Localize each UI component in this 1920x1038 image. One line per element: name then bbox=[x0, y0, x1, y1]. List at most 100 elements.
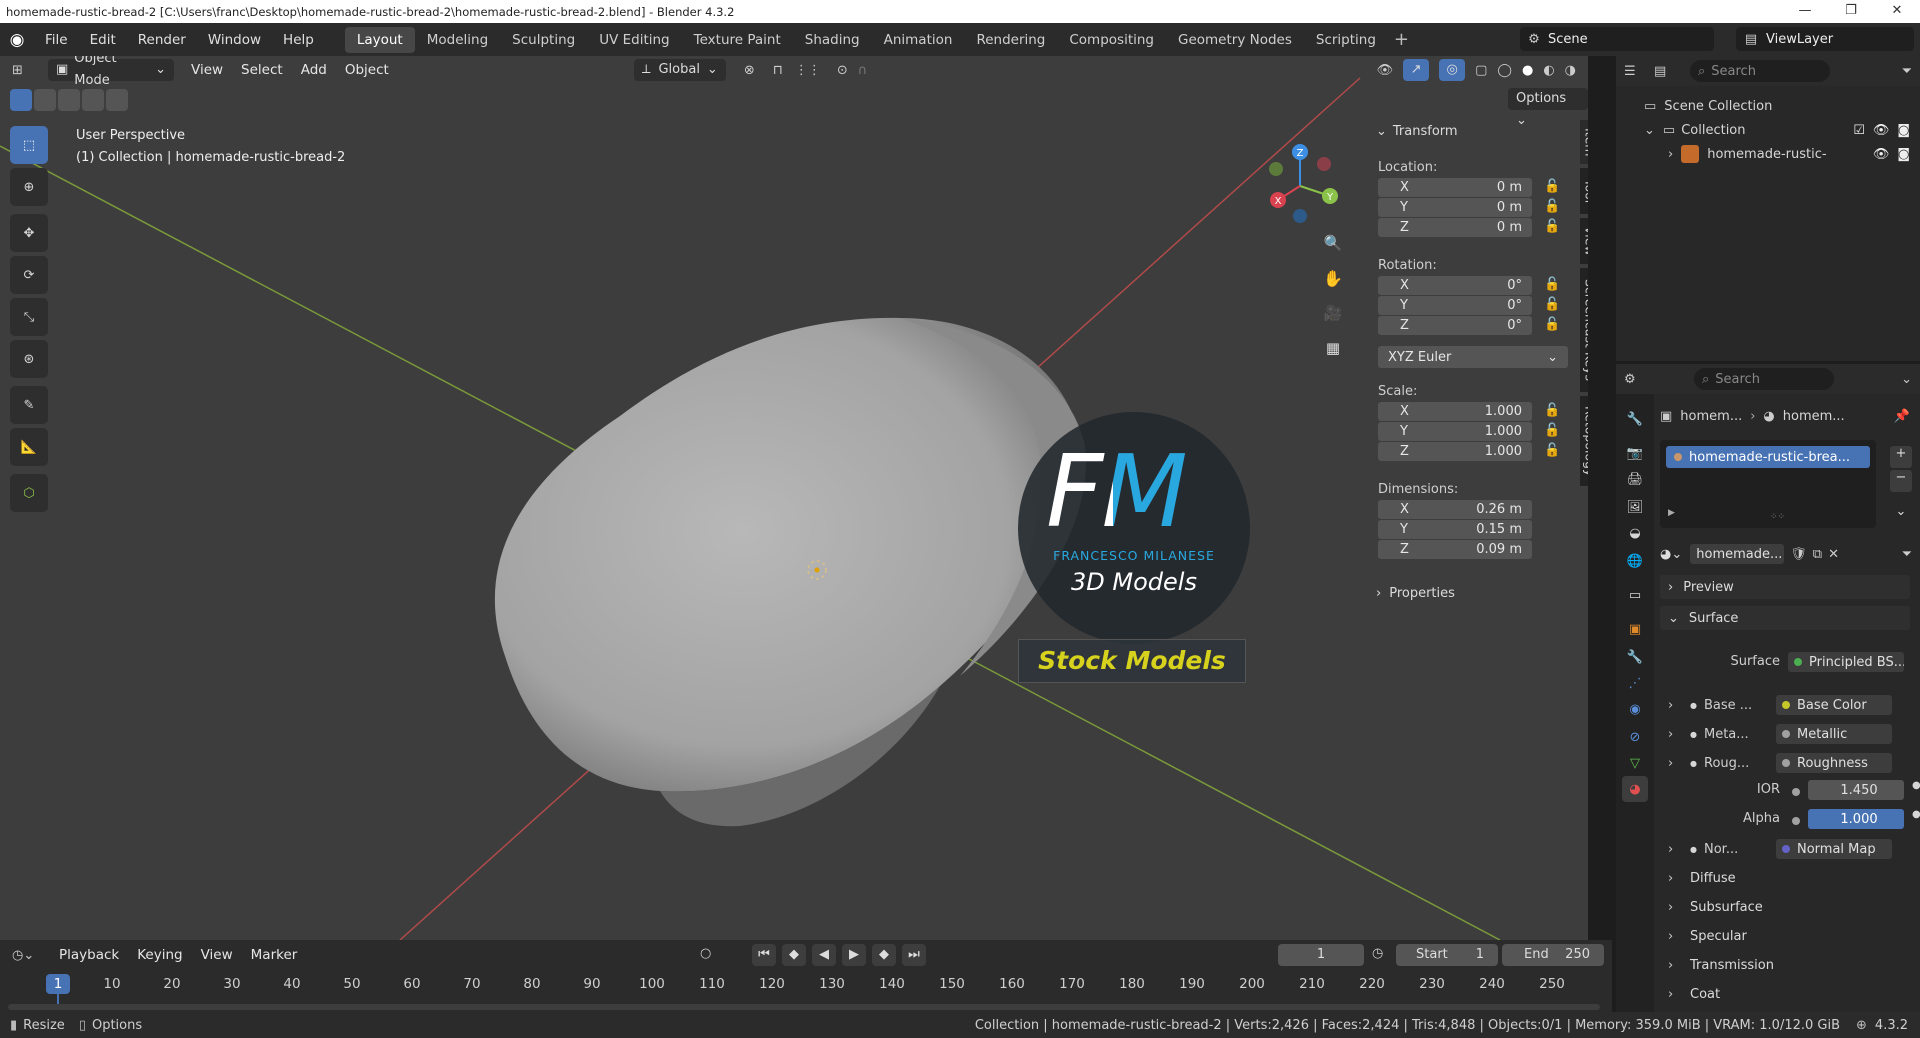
material-browse-icon[interactable]: ◕⌄ bbox=[1660, 547, 1682, 562]
transform-header[interactable]: ⌄ Transform bbox=[1376, 124, 1458, 139]
view-layer-tab-icon[interactable]: 🖼 bbox=[1622, 494, 1648, 520]
view-layer-selector[interactable]: ▤ ViewLayer bbox=[1736, 27, 1914, 51]
rotate-tool[interactable]: ⟳ bbox=[10, 256, 48, 294]
keyframe-dot-icon[interactable]: ● bbox=[1912, 780, 1920, 791]
section-specular[interactable]: › Specular bbox=[1668, 925, 1908, 947]
timeline-scrollbar[interactable] bbox=[8, 1004, 1600, 1010]
wireframe-shading-icon[interactable]: ◯ bbox=[1497, 63, 1512, 78]
prev-keyframe-icon[interactable]: ◆ bbox=[782, 944, 806, 966]
xray-icon[interactable]: ▢ bbox=[1475, 63, 1487, 78]
surface-panel-header[interactable]: ⌄ Surface bbox=[1660, 606, 1910, 630]
physics-tab-icon[interactable]: ◉ bbox=[1622, 696, 1648, 722]
npanel-tab-view[interactable]: View bbox=[1580, 218, 1588, 264]
rotation-y-field[interactable]: Y 0° bbox=[1378, 296, 1532, 315]
transform-orientation[interactable]: ⟂ Global ⌄ bbox=[633, 59, 726, 81]
blender-logo-icon[interactable]: ◉ bbox=[0, 30, 34, 50]
dimensions-y-field[interactable]: Y 0.15 m bbox=[1378, 520, 1532, 539]
chevron-down-icon[interactable]: ⌄ bbox=[1901, 372, 1912, 387]
play-reverse-icon[interactable]: ◀ bbox=[812, 944, 836, 966]
shader-input-field[interactable]: Metallic bbox=[1776, 724, 1892, 744]
workspace-tab-compositing[interactable]: Compositing bbox=[1057, 27, 1166, 53]
material-slot-item[interactable]: homemade-rustic-brea... bbox=[1666, 446, 1870, 468]
falloff-icon[interactable]: ∩ bbox=[858, 63, 868, 78]
start-frame-field[interactable]: Start 1 bbox=[1396, 944, 1498, 966]
jump-end-icon[interactable]: ⏭ bbox=[902, 944, 926, 966]
workspace-tab-layout[interactable]: Layout bbox=[344, 26, 415, 53]
eye-icon[interactable]: 👁 bbox=[1873, 147, 1890, 162]
add-cube-tool[interactable]: ⬡ bbox=[10, 474, 48, 512]
material-shading-icon[interactable]: ◐ bbox=[1543, 63, 1554, 78]
perspective-grid-icon[interactable]: ▦ bbox=[1318, 333, 1348, 363]
rotation-mode-dropdown[interactable]: XYZ Euler ⌄ bbox=[1378, 346, 1568, 368]
workspace-tab-scripting[interactable]: Scripting bbox=[1304, 27, 1388, 53]
menu-help[interactable]: Help bbox=[272, 32, 325, 48]
fake-user-icon[interactable]: 🛡 bbox=[1790, 547, 1807, 562]
shader-input-row[interactable]: › ● Base ... Base Color bbox=[1668, 694, 1908, 716]
shader-input-field[interactable]: Base Color bbox=[1776, 695, 1892, 715]
render-tab-icon[interactable]: 📷 bbox=[1622, 440, 1648, 466]
select-intersect-icon[interactable] bbox=[106, 89, 128, 111]
viewport-menu-object[interactable]: Object bbox=[336, 62, 398, 78]
3d-viewport[interactable]: ⊞ ▣ Object Mode ⌄ View Select Add Object ⟂ … bbox=[0, 56, 1588, 940]
section-coat[interactable]: › Coat bbox=[1668, 983, 1908, 1005]
material-name-field[interactable]: homemade... bbox=[1690, 544, 1785, 564]
select-extend-icon[interactable] bbox=[34, 89, 56, 111]
modifier-tab-icon[interactable]: 🔧 bbox=[1622, 644, 1648, 670]
rotation-x-field[interactable]: X 0° bbox=[1378, 276, 1532, 295]
display-mode-icon[interactable]: ▤ bbox=[1654, 64, 1690, 79]
restore-icon[interactable]: ❐ bbox=[1828, 0, 1874, 23]
pivot-icon[interactable]: ⊗ bbox=[744, 63, 755, 78]
snap-icon[interactable]: ⊓ bbox=[773, 63, 783, 78]
preview-panel-header[interactable]: › Preview bbox=[1660, 575, 1910, 599]
select-invert-icon[interactable] bbox=[82, 89, 104, 111]
lock-icon[interactable]: 🔓 bbox=[1544, 317, 1560, 332]
menu-window[interactable]: Window bbox=[197, 32, 272, 48]
lock-icon[interactable]: 🔓 bbox=[1544, 423, 1560, 438]
alpha-field[interactable]: 1.000 bbox=[1808, 809, 1904, 829]
lock-icon[interactable]: 🔓 bbox=[1544, 443, 1560, 458]
proportional-edit-icon[interactable]: ⊙ bbox=[837, 63, 848, 78]
outliner-collection[interactable]: ⌄ ▭ Collection ☑ 👁 ◙ bbox=[1616, 118, 1920, 142]
properties-search[interactable]: ⌕ Search bbox=[1694, 368, 1834, 390]
outliner-editor-icon[interactable]: ☰ bbox=[1624, 64, 1654, 79]
select-subtract-icon[interactable] bbox=[58, 89, 80, 111]
move-tool[interactable]: ✥ bbox=[10, 214, 48, 252]
play-icon[interactable]: ▶ bbox=[842, 944, 866, 966]
frame-ruler[interactable]: 1 10 20 30 40 50 60 70 80 90 100 110 120 130 140 150 160… bbox=[0, 970, 1612, 1012]
scale-tool[interactable]: ⤡ bbox=[10, 298, 48, 336]
normal-map-field[interactable]: Normal Map bbox=[1776, 839, 1892, 859]
menu-edit[interactable]: Edit bbox=[79, 32, 127, 48]
section-diffuse[interactable]: › Diffuse bbox=[1668, 867, 1908, 889]
tool-tab-icon[interactable]: 🔧 bbox=[1622, 406, 1648, 432]
minimize-icon[interactable]: — bbox=[1782, 0, 1828, 23]
npanel-tab-screencast-keys[interactable]: Screencast Keys bbox=[1580, 268, 1588, 392]
workspace-tab-animation[interactable]: Animation bbox=[872, 27, 965, 53]
annotate-tool[interactable]: ✎ bbox=[10, 386, 48, 424]
lock-icon[interactable]: 🔓 bbox=[1544, 297, 1560, 312]
world-tab-icon[interactable]: 🌐 bbox=[1622, 548, 1648, 574]
solid-shading-icon[interactable]: ● bbox=[1522, 63, 1533, 78]
surface-shader-field[interactable]: Principled BS... bbox=[1788, 652, 1904, 672]
workspace-tab-rendering[interactable]: Rendering bbox=[964, 27, 1057, 53]
rotation-z-field[interactable]: Z 0° bbox=[1378, 316, 1532, 335]
filter-icon[interactable]: ⏷ bbox=[1902, 547, 1912, 562]
properties-editor-icon[interactable]: ⚙ bbox=[1624, 372, 1694, 387]
scene-selector[interactable]: ⚙ Scene bbox=[1520, 27, 1714, 51]
properties-header[interactable]: › Properties bbox=[1376, 586, 1455, 601]
snap-target-icon[interactable]: ⋮⋮ bbox=[795, 63, 821, 78]
pan-hand-icon[interactable]: ✋ bbox=[1318, 263, 1348, 293]
cursor-tool[interactable]: ⊕ bbox=[10, 168, 48, 206]
particles-tab-icon[interactable]: ⋰ bbox=[1622, 670, 1648, 696]
camera-icon[interactable]: 🎥 bbox=[1318, 298, 1348, 328]
rendered-shading-icon[interactable]: ◑ bbox=[1565, 63, 1576, 78]
scale-x-field[interactable]: X 1.000 bbox=[1378, 402, 1532, 421]
location-x-field[interactable]: X 0 m bbox=[1378, 178, 1532, 197]
output-tab-icon[interactable]: 🖨 bbox=[1622, 466, 1648, 492]
ior-field[interactable]: 1.450 bbox=[1808, 780, 1904, 800]
shader-input-row[interactable]: › ● Meta... Metallic bbox=[1668, 723, 1908, 745]
timeline-menu-keying[interactable]: Keying bbox=[128, 947, 191, 963]
viewport-menu-view[interactable]: View bbox=[182, 62, 232, 78]
scene-name[interactable]: Scene bbox=[1548, 32, 1588, 47]
data-tab-icon[interactable]: ▽ bbox=[1622, 750, 1648, 776]
eye-icon[interactable]: 👁 bbox=[1873, 123, 1890, 138]
